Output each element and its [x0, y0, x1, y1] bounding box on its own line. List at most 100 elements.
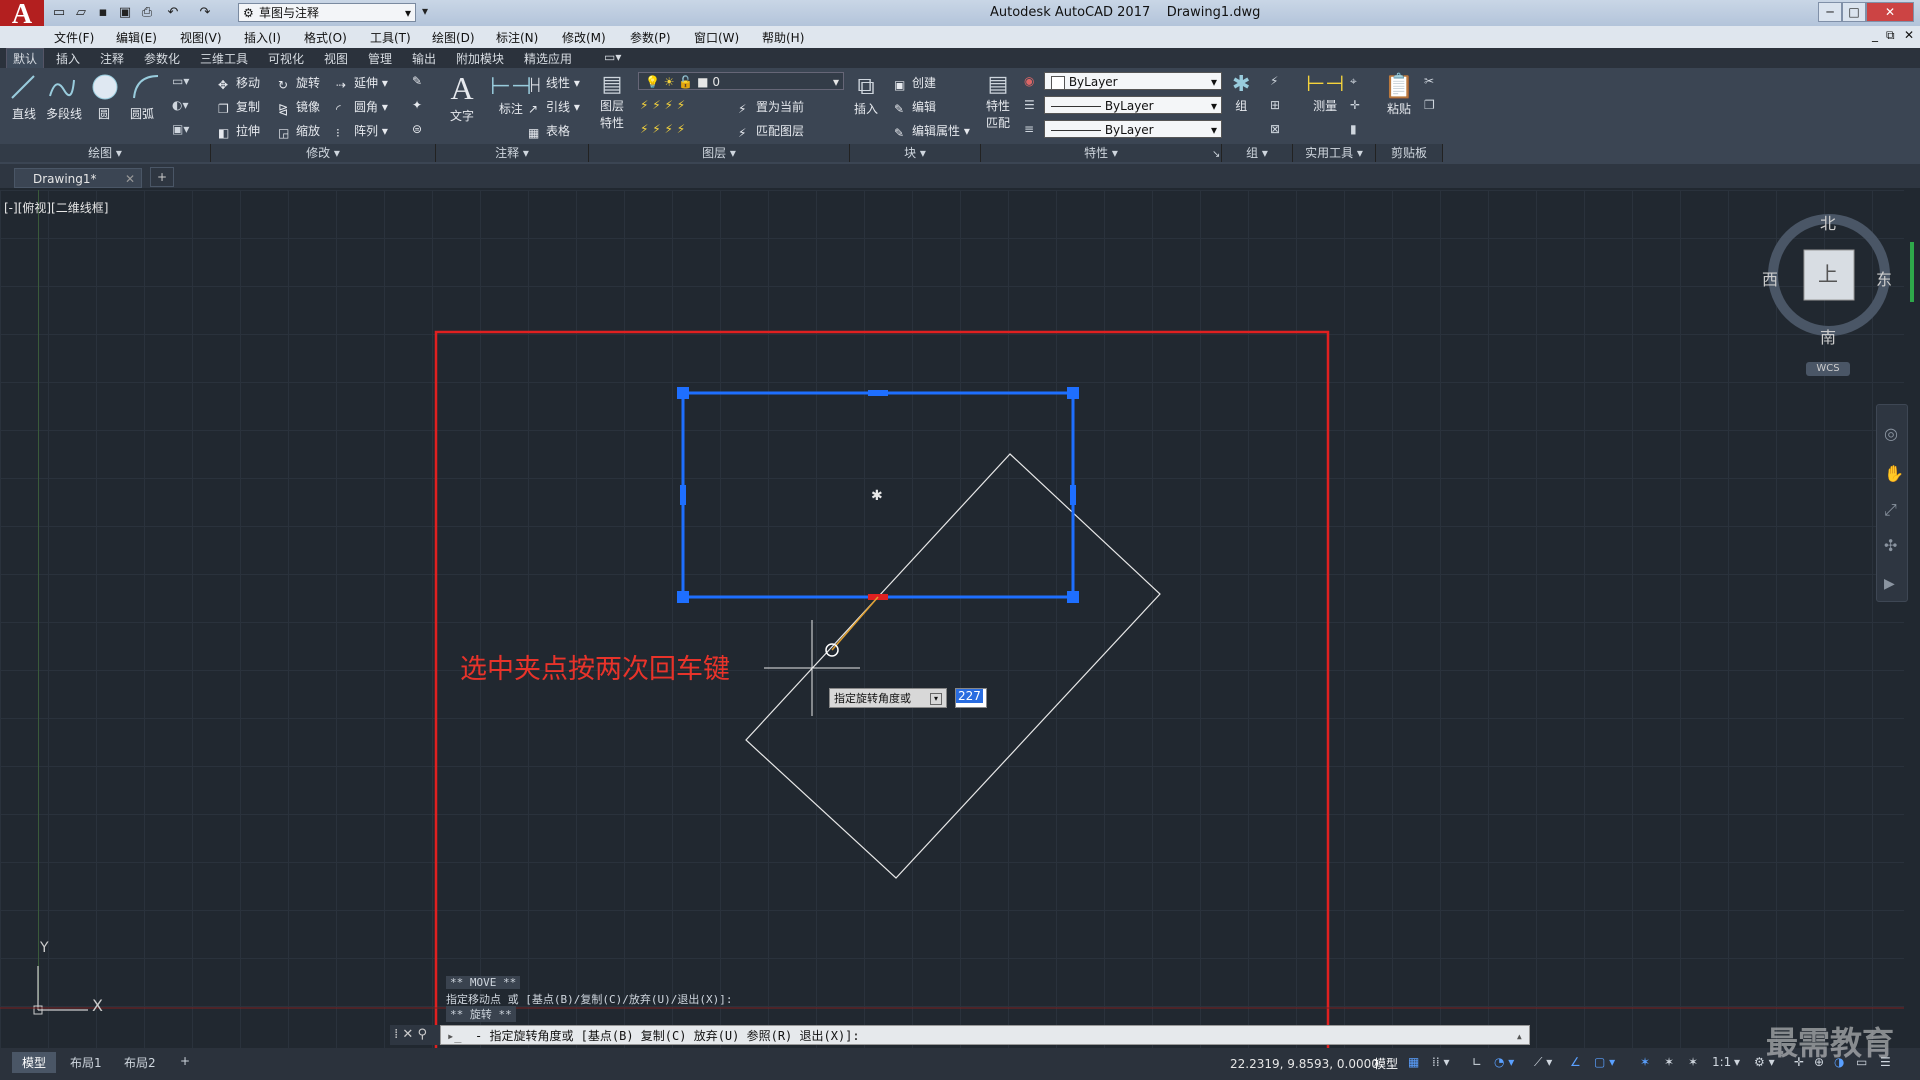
doc-minimize-button[interactable]: _	[1872, 28, 1878, 42]
group-edit-icon[interactable]: ⊞	[1270, 98, 1280, 112]
copy-clip-icon[interactable]: ❐	[1424, 98, 1435, 112]
menu-draw[interactable]: 绘图(D)	[432, 29, 475, 46]
fillet-button[interactable]: ◜ 圆角 ▾	[336, 98, 388, 116]
tab-default[interactable]: 默认	[6, 48, 45, 69]
print-icon[interactable]: ⎙	[138, 4, 156, 22]
circle-tool[interactable]: 圆	[90, 72, 120, 122]
tab-featured-apps[interactable]: 精选应用	[524, 50, 572, 67]
tab-addins[interactable]: 附加模块	[456, 50, 504, 67]
model-space-toggle[interactable]: 模型	[1374, 1055, 1398, 1072]
menu-insert[interactable]: 插入(I)	[244, 29, 281, 46]
menu-parametric[interactable]: 参数(P)	[630, 29, 671, 46]
edit-attributes-button[interactable]: ✎ 编辑属性 ▾	[894, 122, 970, 140]
extend-button[interactable]: ⇢ 延伸 ▾	[336, 74, 388, 92]
copy-button[interactable]: ❐ 复制	[218, 98, 260, 116]
menu-file[interactable]: 文件(F)	[54, 29, 94, 46]
panel-draw[interactable]: 绘图 ▾	[0, 144, 211, 162]
maximize-button[interactable]: □	[1842, 2, 1866, 22]
paste-tool[interactable]: 📋 粘贴	[1384, 72, 1414, 117]
measure-tool[interactable]: ⊢⊣ 测量	[1306, 72, 1344, 114]
undo-icon[interactable]: ↶	[164, 4, 182, 22]
object-snap-icon[interactable]: ▢ ▾	[1594, 1055, 1615, 1069]
scrollbar-indicator[interactable]	[1910, 242, 1914, 302]
scale-dropdown-icon[interactable]: ▾	[1734, 1055, 1740, 1069]
move-button[interactable]: ✥ 移动	[218, 74, 260, 92]
grip-top-right[interactable]	[1067, 387, 1079, 399]
close-icon[interactable]: ⁞ ✕	[390, 1027, 413, 1042]
match-layer-button[interactable]: ⚡ 匹配图层	[738, 122, 804, 140]
set-current-button[interactable]: ⚡ 置为当前	[738, 98, 804, 116]
lineweight-dropdown[interactable]: ByLayer ▾	[1044, 120, 1222, 138]
ribbon-toggle-icon[interactable]: ▭▾	[604, 50, 621, 64]
layer-dropdown[interactable]: 💡 ☀ 🔓 ■ 0 ▾	[638, 72, 844, 90]
grip-top-left[interactable]	[677, 387, 689, 399]
tab-drawing1[interactable]: Drawing1* ✕	[14, 168, 142, 188]
wcs-menu[interactable]: WCS	[1806, 362, 1850, 376]
insert-block-tool[interactable]: ⧉ 插入	[854, 72, 878, 117]
zoom-extents-icon[interactable]: ⤢	[1884, 500, 1897, 520]
annotation-visibility-icon[interactable]: ✶	[1640, 1055, 1650, 1069]
orbit-icon[interactable]: ✣	[1884, 536, 1897, 555]
new-file-icon[interactable]: ▭	[50, 4, 68, 22]
tab-annotate[interactable]: 注释	[100, 50, 124, 67]
dimension-tool[interactable]: ⊢⊣ 标注	[490, 72, 532, 117]
command-line-input[interactable]: ▸_ - 指定旋转角度或 [基点(B) 复制(C) 放弃(U) 参照(R) 退出…	[440, 1025, 1530, 1045]
wrench-icon[interactable]: ⚲	[417, 1027, 427, 1042]
isodraft-icon[interactable]: ⟋ ▾	[1534, 1055, 1552, 1070]
compass-south[interactable]: 南	[1820, 324, 1836, 348]
match-properties-tool[interactable]: ▤ 特性 匹配	[986, 72, 1010, 131]
polyline-tool[interactable]: 多段线	[46, 72, 82, 122]
table-button[interactable]: ▦ 表格	[528, 122, 570, 140]
hatch-icon[interactable]: ◐▾	[172, 98, 189, 112]
color-dropdown[interactable]: ByLayer ▾	[1044, 72, 1222, 90]
menu-modify[interactable]: 修改(M)	[562, 29, 606, 46]
menu-edit[interactable]: 编辑(E)	[116, 29, 157, 46]
linetype-dropdown[interactable]: ByLayer ▾	[1044, 96, 1222, 114]
viewcube-face-label[interactable]: 上	[1818, 258, 1838, 287]
open-file-icon[interactable]: ▱	[72, 4, 90, 22]
annotation-scale-value[interactable]: 1:1	[1712, 1055, 1731, 1069]
menu-view[interactable]: 视图(V)	[180, 29, 222, 46]
tab-3d-tools[interactable]: 三维工具	[200, 50, 248, 67]
tab-output[interactable]: 输出	[412, 50, 436, 67]
angle-input[interactable]: 227	[955, 688, 987, 708]
menu-help[interactable]: 帮助(H)	[762, 29, 804, 46]
region-icon[interactable]: ▣▾	[172, 122, 189, 136]
rectangle-icon[interactable]: ▭▾	[172, 74, 189, 88]
explode-icon[interactable]: ✦	[412, 98, 422, 112]
save-as-icon[interactable]: ▣	[116, 4, 134, 22]
tab-view[interactable]: 视图	[324, 50, 348, 67]
workspace-select[interactable]: ⚙ 草图与注释 ▾	[238, 3, 416, 22]
add-layout-button[interactable]: +	[170, 1052, 200, 1070]
linear-button[interactable]: ├┤ 线性 ▾	[528, 74, 580, 92]
menu-window[interactable]: 窗口(W)	[694, 29, 739, 46]
create-block-button[interactable]: ▣ 创建	[894, 74, 936, 92]
grip-left-mid[interactable]	[680, 485, 686, 505]
polar-tracking-icon[interactable]: ◔ ▾	[1494, 1055, 1514, 1069]
point-icon[interactable]: ✛	[1350, 98, 1360, 112]
save-icon[interactable]: ▪	[94, 4, 112, 22]
layer-tools-row-2[interactable]: ⚡ ⚡ ⚡ ⚡	[640, 122, 685, 136]
panel-properties[interactable]: 特性 ▾	[981, 144, 1222, 162]
showmotion-icon[interactable]: ▶	[1884, 576, 1895, 592]
grip-right-mid[interactable]	[1070, 485, 1076, 505]
offset-icon[interactable]: ⊜	[412, 122, 422, 136]
annotation-scale-icon[interactable]: ✶	[1688, 1055, 1698, 1069]
edit-block-button[interactable]: ✎ 编辑	[894, 98, 936, 116]
mirror-button[interactable]: ⧎ 镜像	[278, 98, 320, 116]
steering-wheel-icon[interactable]: ◎	[1884, 424, 1898, 443]
grip-bottom-right[interactable]	[1067, 591, 1079, 603]
compass-east[interactable]: 东	[1876, 266, 1892, 290]
compass-north[interactable]: 北	[1820, 210, 1836, 234]
group-select-icon[interactable]: ⊠	[1270, 122, 1280, 136]
layer-properties-tool[interactable]: ▤ 图层 特性	[600, 72, 624, 131]
calculator-icon[interactable]: ▮	[1350, 122, 1357, 136]
new-tab-button[interactable]: +	[150, 167, 174, 187]
minimize-button[interactable]: ─	[1818, 2, 1842, 22]
coordinate-readout[interactable]: 22.2319, 9.8593, 0.0000	[1230, 1057, 1379, 1071]
tab-visualize[interactable]: 可视化	[268, 50, 304, 67]
close-button[interactable]: ✕	[1866, 2, 1914, 22]
erase-icon[interactable]: ✎	[412, 74, 422, 88]
ortho-icon[interactable]: ∟	[1472, 1055, 1482, 1069]
panel-launcher-icon[interactable]: ↘	[1212, 149, 1220, 160]
